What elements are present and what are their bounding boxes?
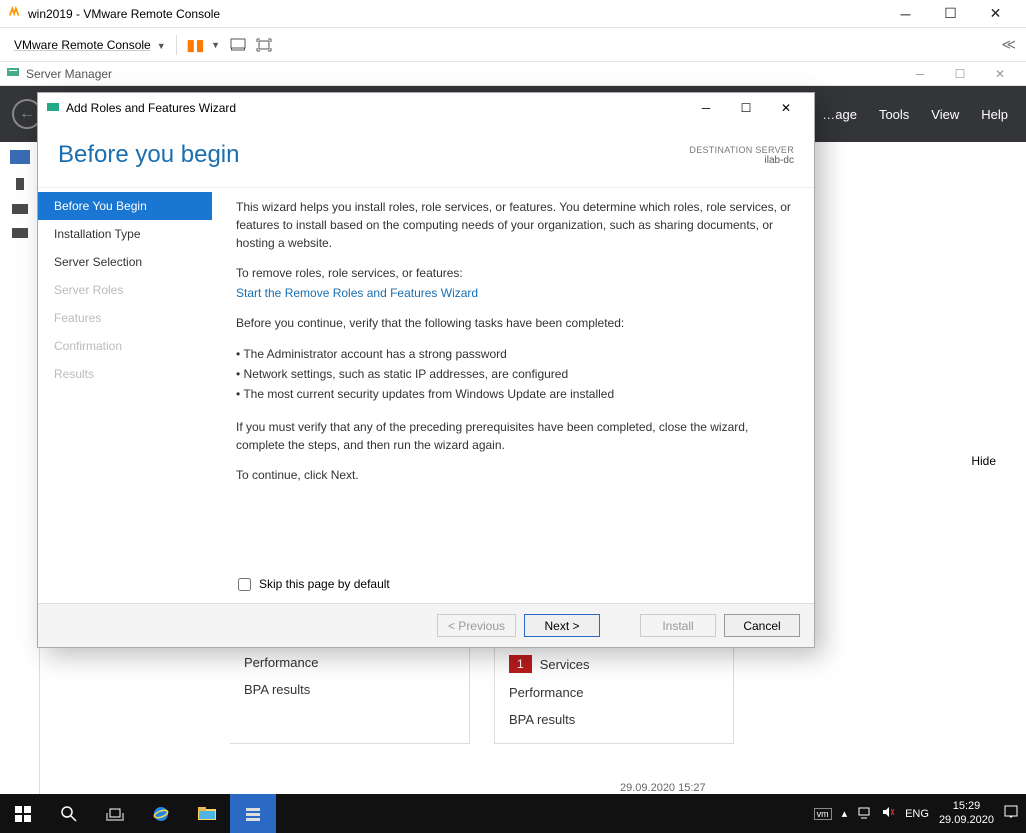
remove-label: To remove roles, role services, or featu… bbox=[236, 264, 796, 282]
wizard-maximize-button[interactable]: ☐ bbox=[726, 94, 766, 122]
verify-note: If you must verify that any of the prece… bbox=[236, 418, 796, 454]
continue-note: To continue, click Next. bbox=[236, 466, 796, 484]
tray-volume-icon[interactable] bbox=[881, 805, 895, 822]
nav-manage[interactable]: …age bbox=[822, 107, 857, 122]
sm-close-button[interactable]: ✕ bbox=[980, 63, 1020, 85]
nav-server-roles: Server Roles bbox=[38, 276, 212, 304]
start-button[interactable] bbox=[0, 794, 46, 833]
nav-results: Results bbox=[38, 360, 212, 388]
tray-notifications-icon[interactable] bbox=[1004, 805, 1018, 822]
add-roles-wizard: Add Roles and Features Wizard ─ ☐ ✕ Befo… bbox=[37, 92, 815, 648]
wizard-minimize-button[interactable]: ─ bbox=[686, 94, 726, 122]
nav-features: Features bbox=[38, 304, 212, 332]
tray-network-icon[interactable] bbox=[857, 805, 871, 822]
nav-tools[interactable]: Tools bbox=[879, 107, 909, 122]
ie-button[interactable] bbox=[138, 794, 184, 833]
tray-time: 15:29 bbox=[939, 800, 994, 813]
vmware-logo-icon bbox=[8, 5, 28, 22]
tray-date: 29.09.2020 bbox=[939, 814, 994, 827]
sm-maximize-button[interactable]: ☐ bbox=[940, 63, 980, 85]
verify-label: Before you continue, verify that the fol… bbox=[236, 314, 796, 332]
server-manager-titlebar: Server Manager ─ ☐ ✕ bbox=[0, 62, 1026, 86]
nav-server-selection[interactable]: Server Selection bbox=[38, 248, 212, 276]
server-manager-title: Server Manager bbox=[26, 67, 112, 81]
skip-page-row: Skip this page by default bbox=[38, 571, 814, 603]
hide-link[interactable]: Hide bbox=[971, 454, 996, 468]
skip-page-checkbox[interactable] bbox=[238, 578, 251, 591]
vmware-maximize-button[interactable]: ☐ bbox=[928, 0, 973, 28]
alert-badge: 1 bbox=[509, 655, 532, 673]
refresh-timestamp: 29.09.2020 15:27 bbox=[620, 782, 706, 794]
prerequisite-list: The Administrator account has a strong p… bbox=[236, 344, 796, 404]
nav-help[interactable]: Help bbox=[981, 107, 1008, 122]
destination-server-label: DESTINATION SERVER bbox=[689, 145, 794, 155]
nav-confirmation: Confirmation bbox=[38, 332, 212, 360]
nav-file-icon[interactable] bbox=[12, 228, 28, 238]
nav-dashboard-icon[interactable] bbox=[10, 150, 30, 164]
tile2-performance[interactable]: Performance bbox=[509, 679, 719, 706]
cancel-button[interactable]: Cancel bbox=[724, 614, 800, 637]
nav-installation-type[interactable]: Installation Type bbox=[38, 220, 212, 248]
nav-before-you-begin[interactable]: Before You Begin bbox=[38, 192, 212, 220]
install-button: Install bbox=[640, 614, 716, 637]
vmware-titlebar: win2019 - VMware Remote Console ─ ☐ ✕ bbox=[0, 0, 1026, 28]
tile2-services[interactable]: 1 Services bbox=[509, 649, 719, 679]
system-tray: vm ▴ ENG 15:29 29.09.2020 bbox=[814, 800, 1026, 826]
nav-view[interactable]: View bbox=[931, 107, 959, 122]
server-manager-task-button[interactable] bbox=[230, 794, 276, 833]
send-keys-icon[interactable] bbox=[230, 37, 246, 53]
server-manager-icon bbox=[6, 65, 26, 82]
sm-minimize-button[interactable]: ─ bbox=[900, 63, 940, 85]
wizard-nav: Before You Begin Installation Type Serve… bbox=[38, 188, 212, 571]
tray-clock[interactable]: 15:29 29.09.2020 bbox=[939, 800, 994, 826]
intro-text: This wizard helps you install roles, rol… bbox=[236, 198, 796, 252]
tray-up-icon[interactable]: ▴ bbox=[842, 807, 848, 820]
wizard-icon bbox=[46, 100, 66, 117]
collapse-icon[interactable]: ≪ bbox=[1001, 36, 1016, 53]
explorer-button[interactable] bbox=[184, 794, 230, 833]
remove-roles-link[interactable]: Start the Remove Roles and Features Wiza… bbox=[236, 286, 478, 300]
vmware-window-title: win2019 - VMware Remote Console bbox=[28, 7, 220, 21]
wizard-close-button[interactable]: ✕ bbox=[766, 94, 806, 122]
wizard-content: This wizard helps you install roles, rol… bbox=[212, 188, 814, 571]
wizard-titlebar: Add Roles and Features Wizard ─ ☐ ✕ bbox=[38, 93, 814, 123]
wizard-header: Before you begin DESTINATION SERVER ilab… bbox=[38, 123, 814, 187]
vmware-minimize-button[interactable]: ─ bbox=[883, 0, 928, 28]
wizard-footer: < Previous Next > Install Cancel bbox=[38, 603, 814, 647]
nav-all-icon[interactable] bbox=[12, 204, 28, 214]
vmware-menu-dropdown[interactable]: VMware Remote Console▼ bbox=[10, 38, 166, 52]
wizard-window-title: Add Roles and Features Wizard bbox=[66, 101, 236, 115]
task-view-button[interactable] bbox=[92, 794, 138, 833]
next-button[interactable]: Next > bbox=[524, 614, 600, 637]
sm-left-nav bbox=[0, 142, 40, 794]
tray-vm-icon[interactable]: vm bbox=[814, 808, 832, 820]
tray-language[interactable]: ENG bbox=[905, 808, 929, 820]
destination-server-block: DESTINATION SERVER ilab-dc bbox=[689, 145, 794, 166]
tile1-bpa[interactable]: BPA results bbox=[244, 676, 455, 703]
vmware-close-button[interactable]: ✕ bbox=[973, 0, 1018, 28]
skip-page-label[interactable]: Skip this page by default bbox=[259, 577, 390, 591]
destination-server-name: ilab-dc bbox=[689, 155, 794, 166]
nav-local-icon[interactable] bbox=[16, 178, 24, 190]
search-button[interactable] bbox=[46, 794, 92, 833]
previous-button: < Previous bbox=[437, 614, 516, 637]
vmware-toolbar: VMware Remote Console▼ ▮▮ ▼ ≪ bbox=[0, 28, 1026, 62]
wizard-page-title: Before you begin bbox=[58, 141, 239, 169]
tile2-bpa[interactable]: BPA results bbox=[509, 706, 719, 733]
prereq-network: Network settings, such as static IP addr… bbox=[236, 364, 796, 384]
prereq-password: The Administrator account has a strong p… bbox=[236, 344, 796, 364]
power-dropdown-icon[interactable]: ▼ bbox=[211, 40, 220, 50]
fullscreen-icon[interactable] bbox=[256, 37, 272, 53]
tile1-performance[interactable]: Performance bbox=[244, 649, 455, 676]
prereq-updates: The most current security updates from W… bbox=[236, 384, 796, 404]
windows-taskbar: vm ▴ ENG 15:29 29.09.2020 bbox=[0, 794, 1026, 833]
pause-icon[interactable]: ▮▮ bbox=[187, 36, 206, 54]
